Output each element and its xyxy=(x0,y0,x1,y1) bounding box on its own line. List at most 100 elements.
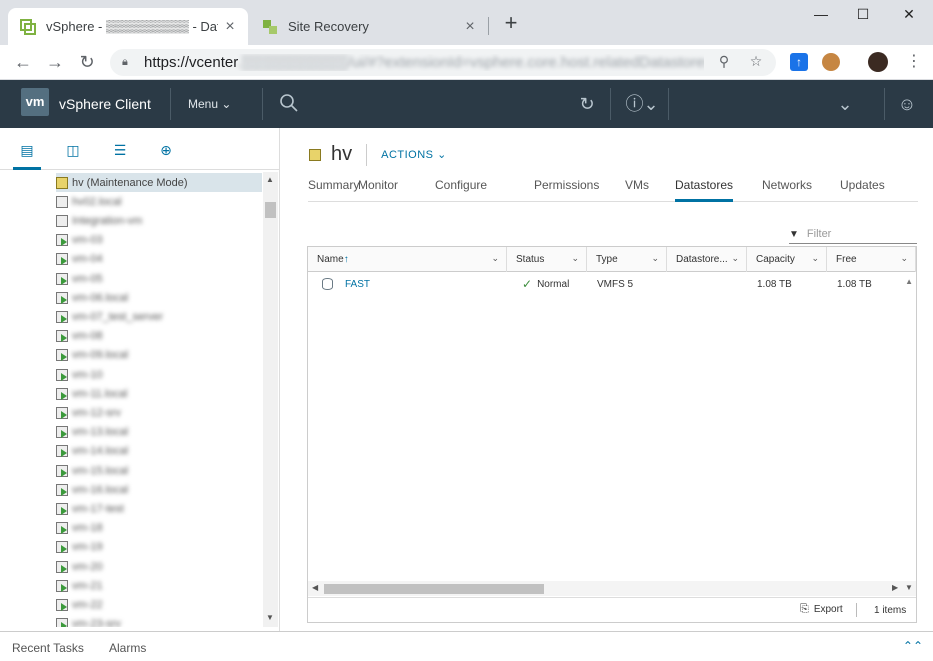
tree-item[interactable]: vm-15.local xyxy=(56,461,262,480)
table-row[interactable]: FAST ✓ Normal VMFS 5 1.08 TB 1.08 TB xyxy=(308,272,903,296)
url-host: https://vcenter xyxy=(144,54,238,71)
storage-tab-icon[interactable]: ☰ xyxy=(110,142,130,162)
column-header[interactable]: Type ⌄ xyxy=(587,247,667,272)
grid-horizontal-scrollbar[interactable]: ◀ ▶ ▼ xyxy=(308,581,916,596)
help-icon[interactable]: ⓘ⌄ xyxy=(624,93,660,115)
tree-item[interactable]: hv (Maintenance Mode) xyxy=(56,173,262,192)
column-header[interactable]: Status ⌄ xyxy=(507,247,587,272)
tree-item[interactable]: vm-23-srv xyxy=(56,615,262,627)
tree-item[interactable]: vm-11.local xyxy=(56,384,262,403)
tab-site-recovery[interactable]: Site Recovery × xyxy=(250,8,488,45)
tree-item[interactable]: vm-18 xyxy=(56,519,262,538)
profile-avatar[interactable] xyxy=(868,52,888,72)
recent-tasks-tab[interactable]: Recent Tasks xyxy=(12,641,84,655)
scroll-left-arrow-icon[interactable]: ◀ xyxy=(312,583,318,592)
search-icon[interactable] xyxy=(278,93,300,115)
tree-item[interactable]: vm-03 xyxy=(56,231,262,250)
vms-templates-tab-icon[interactable]: ◫ xyxy=(63,142,83,162)
url-text: https://vcenter.▒▒▒▒▒▒▒▒▒▒/ui/#?extensio… xyxy=(144,54,704,71)
tree-item[interactable]: vm-19 xyxy=(56,538,262,557)
tree-item-label: vm-08 xyxy=(72,330,103,343)
maximize-button[interactable]: ☐ xyxy=(841,6,885,26)
cookie-extension-icon[interactable] xyxy=(822,53,840,71)
cell-name[interactable]: FAST xyxy=(322,272,370,296)
scroll-down-arrow-icon[interactable]: ▼ xyxy=(266,613,274,622)
user-menu-chevron-icon[interactable]: ⌄ xyxy=(834,93,856,115)
scroll-right-arrow-icon[interactable]: ▶ xyxy=(892,583,898,592)
actions-dropdown[interactable]: ACTIONS ⌄ xyxy=(381,148,447,161)
tab-summary[interactable]: Summary xyxy=(308,178,359,202)
grid-scroll-up-icon[interactable]: ▲ xyxy=(905,277,913,286)
tree-item[interactable]: hv02.local xyxy=(56,192,262,211)
tree-item[interactable]: vm-09.local xyxy=(56,346,262,365)
alarms-tab[interactable]: Alarms xyxy=(109,641,146,655)
tree-item[interactable]: vm-20 xyxy=(56,557,262,576)
feedback-smiley-icon[interactable]: ☺ xyxy=(896,93,918,115)
scrollbar-thumb[interactable] xyxy=(324,584,544,594)
column-header[interactable]: Name ↑ ⌄ xyxy=(308,247,507,272)
tab-configure[interactable]: Configure xyxy=(435,178,487,202)
column-menu-chevron-icon[interactable]: ⌄ xyxy=(900,253,908,264)
tree-item[interactable]: vm-04 xyxy=(56,250,262,269)
export-button[interactable]: ⎘ Export xyxy=(800,603,843,616)
bookmark-star-icon[interactable]: ☆ xyxy=(746,53,766,70)
tab-vsphere[interactable]: vSphere - ▒▒▒▒▒▒▒▒▒ - Data × xyxy=(8,8,248,45)
tree-item[interactable]: vm-21 xyxy=(56,576,262,595)
tab-networks[interactable]: Networks xyxy=(762,178,812,202)
new-tab-button[interactable]: + xyxy=(500,12,522,36)
hosts-clusters-tab-icon[interactable]: ▤ xyxy=(13,142,41,170)
tree-item[interactable]: vm-22 xyxy=(56,595,262,614)
refresh-icon[interactable]: ↻ xyxy=(576,93,598,115)
tab-vms[interactable]: VMs xyxy=(625,178,649,202)
filter-field[interactable]: ▼ Filter xyxy=(789,225,917,244)
forward-arrow-icon[interactable]: → xyxy=(44,51,66,73)
close-window-button[interactable]: ✕ xyxy=(887,6,931,26)
tree-item[interactable]: Integration-vm xyxy=(56,211,262,230)
tab-close-icon[interactable]: × xyxy=(458,18,482,36)
cell-free: 1.08 TB xyxy=(837,272,872,296)
tab-close-icon[interactable]: × xyxy=(218,18,242,36)
tree-item[interactable]: vm-10 xyxy=(56,365,262,384)
column-header[interactable]: Free ⌄ xyxy=(827,247,916,272)
header-divider xyxy=(170,88,171,120)
scroll-down-arrow-icon[interactable]: ▼ xyxy=(905,583,913,592)
zoom-icon[interactable]: ⚲ xyxy=(714,53,734,70)
scrollbar-thumb[interactable] xyxy=(265,202,276,218)
scroll-up-arrow-icon[interactable]: ▲ xyxy=(266,175,274,184)
tree-item[interactable]: vm-07_test_server xyxy=(56,307,262,326)
column-menu-chevron-icon[interactable]: ⌄ xyxy=(571,253,579,264)
networking-tab-icon[interactable]: ⊕ xyxy=(156,142,176,162)
column-header[interactable]: Capacity ⌄ xyxy=(747,247,827,272)
column-menu-chevron-icon[interactable]: ⌄ xyxy=(811,253,819,264)
back-arrow-icon[interactable]: ← xyxy=(12,51,34,73)
address-bar[interactable]: 🔒︎ https://vcenter.▒▒▒▒▒▒▒▒▒▒/ui/#?exten… xyxy=(110,49,776,76)
minimize-button[interactable]: — xyxy=(799,6,843,26)
tree-item-label: vm-09.local xyxy=(72,349,129,362)
extension-arrow-icon[interactable]: ↑ xyxy=(790,53,808,71)
tree-item[interactable]: vm-05 xyxy=(56,269,262,288)
tree-item[interactable]: vm-13.local xyxy=(56,423,262,442)
tree-item[interactable]: vm-06.local xyxy=(56,288,262,307)
column-menu-chevron-icon[interactable]: ⌄ xyxy=(731,253,739,264)
tab-permissions[interactable]: Permissions xyxy=(534,178,599,202)
column-menu-chevron-icon[interactable]: ⌄ xyxy=(651,253,659,264)
browser-tab-strip: vSphere - ▒▒▒▒▒▒▒▒▒ - Data × Site Recove… xyxy=(0,0,933,45)
site-recovery-favicon-icon xyxy=(262,19,278,35)
browser-menu-icon[interactable]: ⋮ xyxy=(905,53,923,71)
tree-item[interactable]: vm-17-test xyxy=(56,499,262,518)
reload-icon[interactable]: ↻ xyxy=(76,51,98,73)
column-header[interactable]: Datastore... ⌄ xyxy=(667,247,747,272)
tree-item[interactable]: vm-16.local xyxy=(56,480,262,499)
tab-monitor[interactable]: Monitor xyxy=(358,178,398,202)
tab-updates[interactable]: Updates xyxy=(840,178,885,202)
expand-panel-icon[interactable]: ⌃⌃ xyxy=(903,639,923,653)
tree-item[interactable]: vm-08 xyxy=(56,327,262,346)
vm-icon xyxy=(56,618,68,627)
tree-scrollbar[interactable]: ▲ ▼ xyxy=(263,172,278,627)
object-header: hv ACTIONS ⌄ xyxy=(309,143,447,166)
menu-dropdown[interactable]: Menu ⌄ xyxy=(188,97,231,111)
tab-datastores[interactable]: Datastores xyxy=(675,178,734,202)
tree-item[interactable]: vm-12-srv xyxy=(56,403,262,422)
column-menu-chevron-icon[interactable]: ⌄ xyxy=(491,253,499,264)
tree-item[interactable]: vm-14.local xyxy=(56,442,262,461)
